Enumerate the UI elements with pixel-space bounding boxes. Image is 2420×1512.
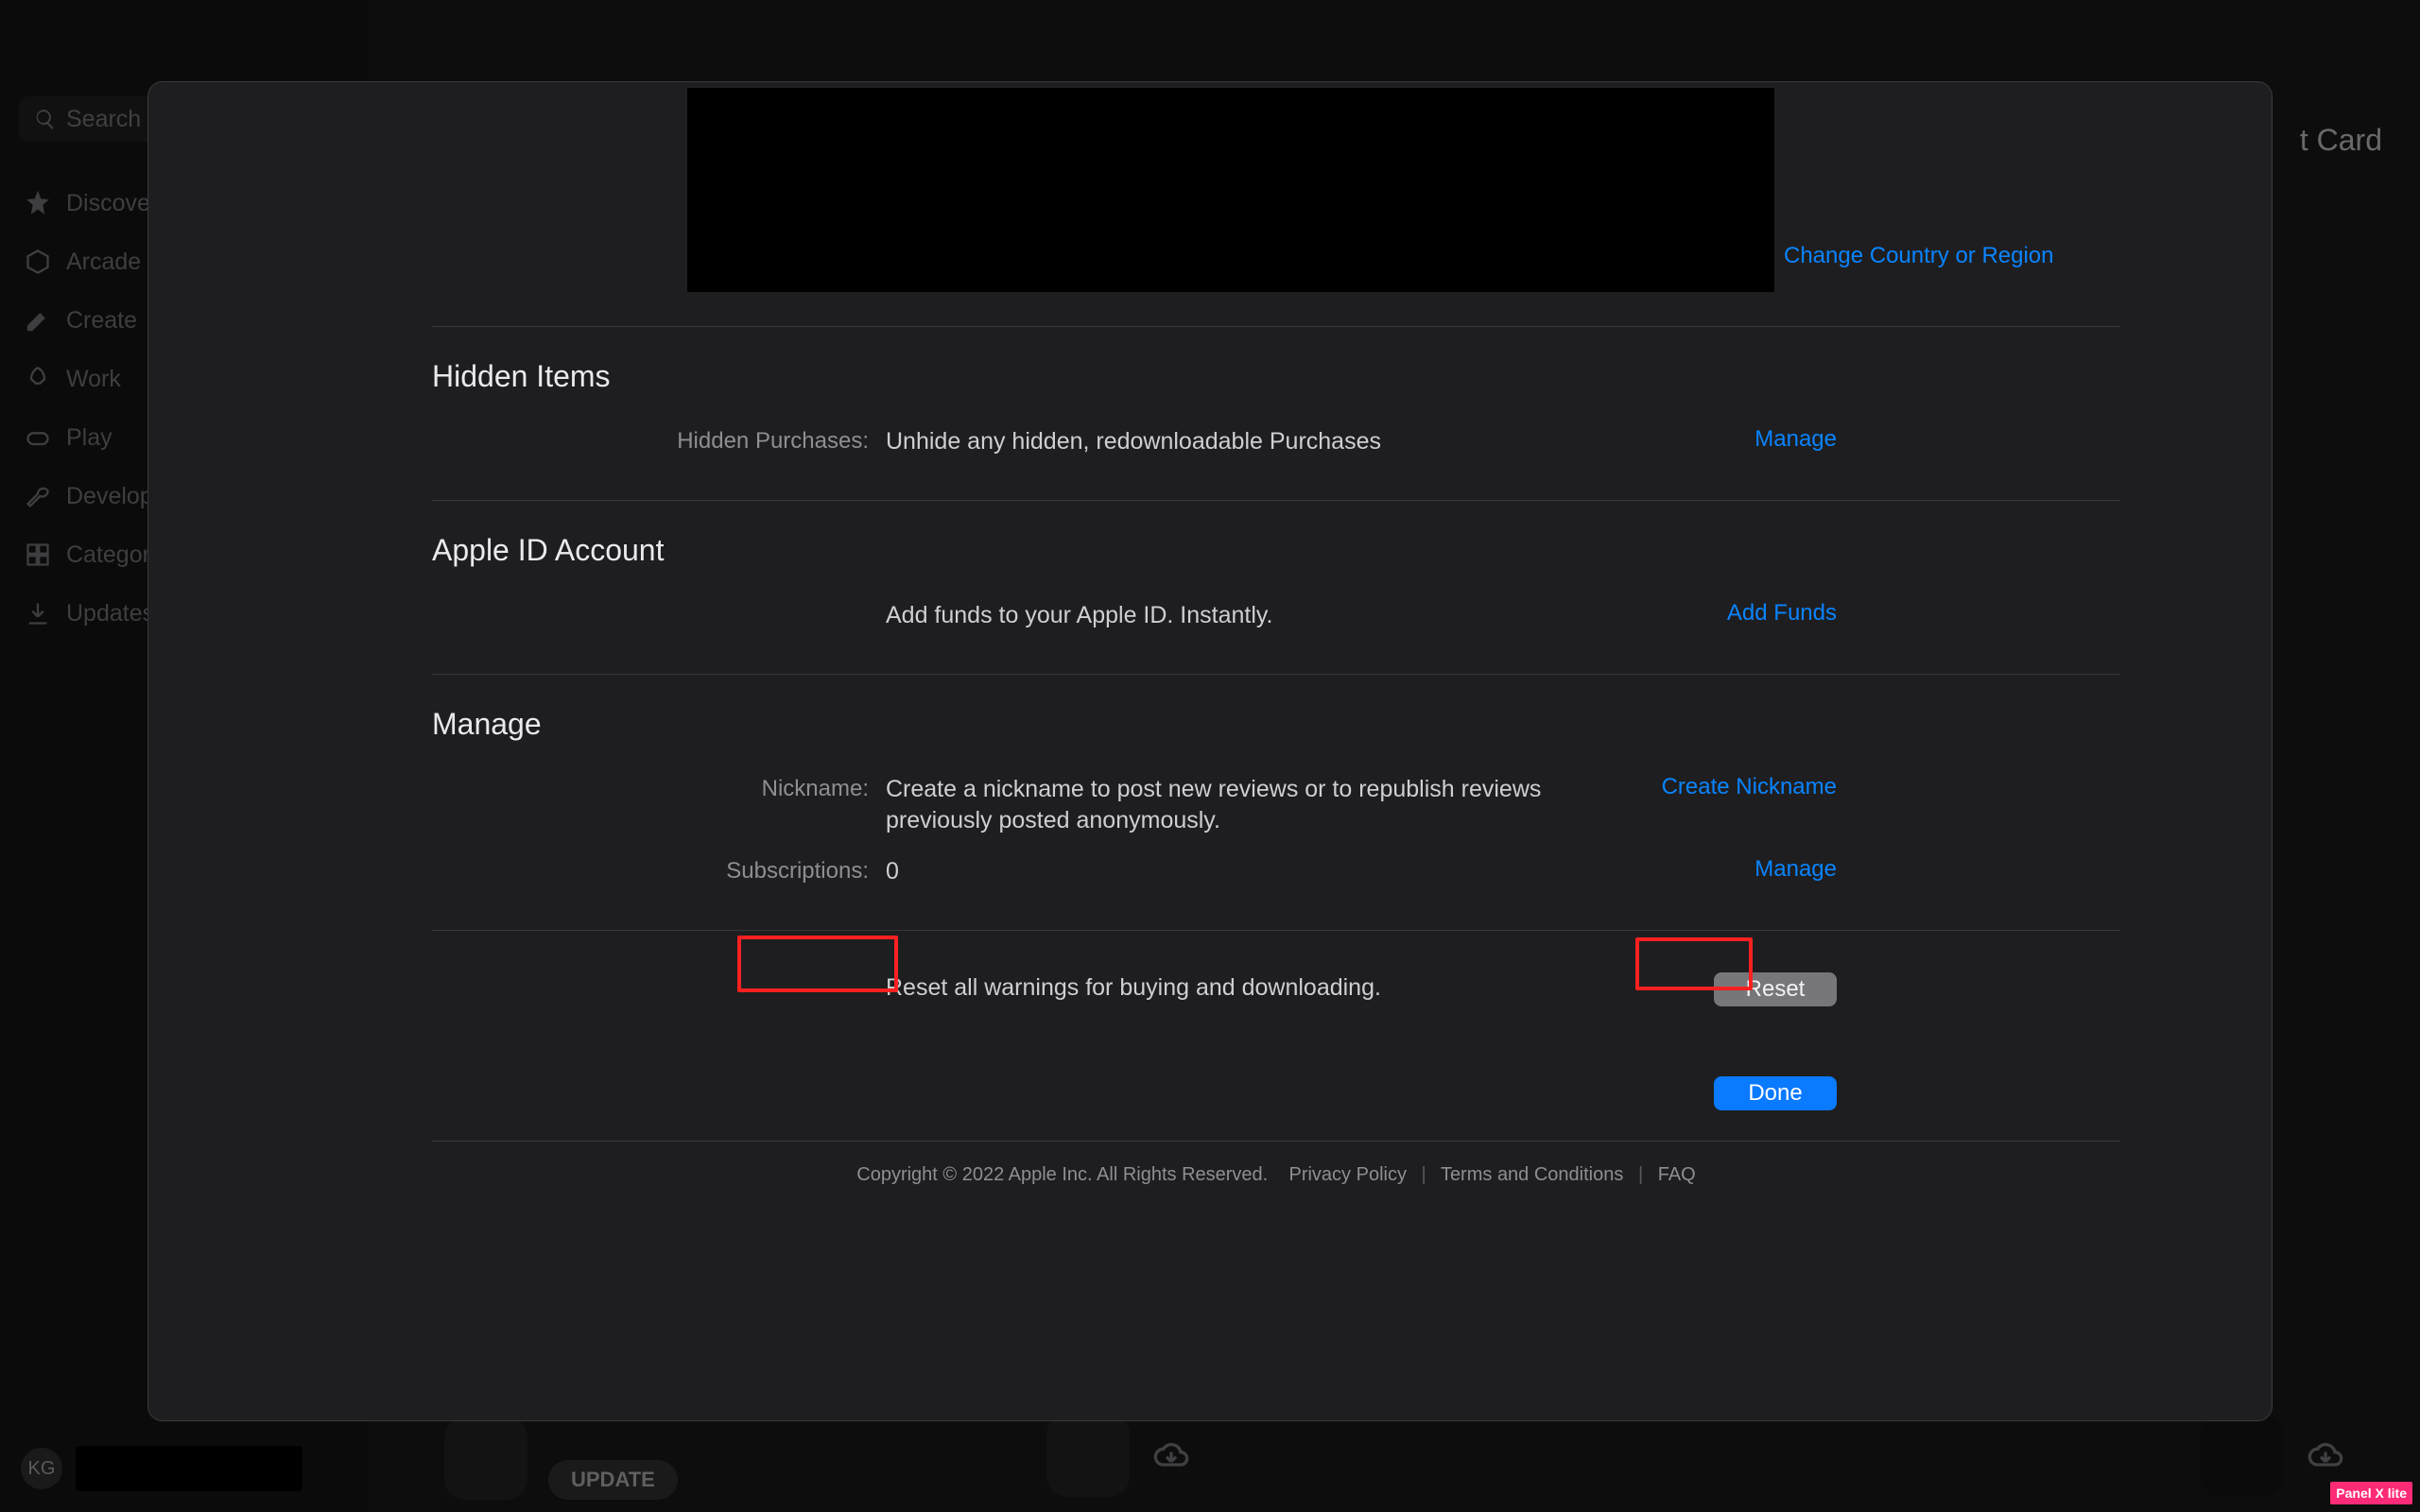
panel-x-badge: Panel X lite [2330, 1482, 2412, 1504]
add-funds-link[interactable]: Add Funds [1727, 600, 1837, 626]
row-subscriptions: Subscriptions: 0 Manage [432, 847, 2120, 898]
row-add-funds: Add funds to your Apple ID. Instantly. A… [432, 591, 2120, 642]
privacy-policy-link[interactable]: Privacy Policy [1288, 1164, 1406, 1185]
copyright-text: Copyright © 2022 Apple Inc. All Rights R… [856, 1164, 1268, 1185]
section-apple-id: Apple ID Account Add funds to your Apple… [432, 500, 2120, 674]
redacted-account-header [687, 88, 1774, 292]
subscriptions-label: Subscriptions: [432, 856, 886, 885]
modal-footer-buttons: Done [432, 1048, 2120, 1118]
modal-footer-legal: Copyright © 2022 Apple Inc. All Rights R… [432, 1141, 2120, 1224]
section-reset: Reset all warnings for buying and downlo… [432, 930, 2120, 1048]
account-settings-modal: Change Country or Region Hidden Items Hi… [147, 81, 2273, 1421]
separator: | [1638, 1164, 1643, 1185]
row-hidden-purchases: Hidden Purchases: Unhide any hidden, red… [432, 417, 2120, 468]
row-label: Hidden Purchases: [432, 426, 886, 455]
row-label [432, 972, 886, 974]
section-manage: Manage Nickname: Create a nickname to po… [432, 674, 2120, 930]
section-hidden-items: Hidden Items Hidden Purchases: Unhide an… [432, 326, 2120, 500]
section-title: Manage [432, 707, 2120, 742]
row-label [432, 600, 886, 602]
row-value: Unhide any hidden, redownloadable Purcha… [886, 426, 1642, 458]
separator: | [1422, 1164, 1426, 1185]
row-value: Reset all warnings for buying and downlo… [886, 972, 1642, 1005]
subscriptions-count: 0 [886, 856, 1642, 888]
row-label: Nickname: [432, 774, 886, 802]
create-nickname-link[interactable]: Create Nickname [1662, 774, 1837, 799]
row-reset-warnings: Reset all warnings for buying and downlo… [432, 963, 2120, 1016]
row-nickname: Nickname: Create a nickname to post new … [432, 765, 2120, 848]
change-country-link[interactable]: Change Country or Region [1784, 243, 2054, 269]
section-title: Apple ID Account [432, 533, 2120, 568]
row-value: Add funds to your Apple ID. Instantly. [886, 600, 1642, 632]
done-button[interactable]: Done [1714, 1076, 1837, 1110]
modal-scroll[interactable]: Change Country or Region Hidden Items Hi… [148, 82, 2272, 1420]
section-title: Hidden Items [432, 359, 2120, 394]
faq-link[interactable]: FAQ [1658, 1164, 1696, 1185]
row-value: Create a nickname to post new reviews or… [886, 774, 1642, 838]
reset-button[interactable]: Reset [1714, 972, 1837, 1006]
terms-link[interactable]: Terms and Conditions [1441, 1164, 1623, 1185]
manage-subscriptions-link[interactable]: Manage [1754, 856, 1837, 882]
manage-hidden-link[interactable]: Manage [1754, 426, 1837, 452]
